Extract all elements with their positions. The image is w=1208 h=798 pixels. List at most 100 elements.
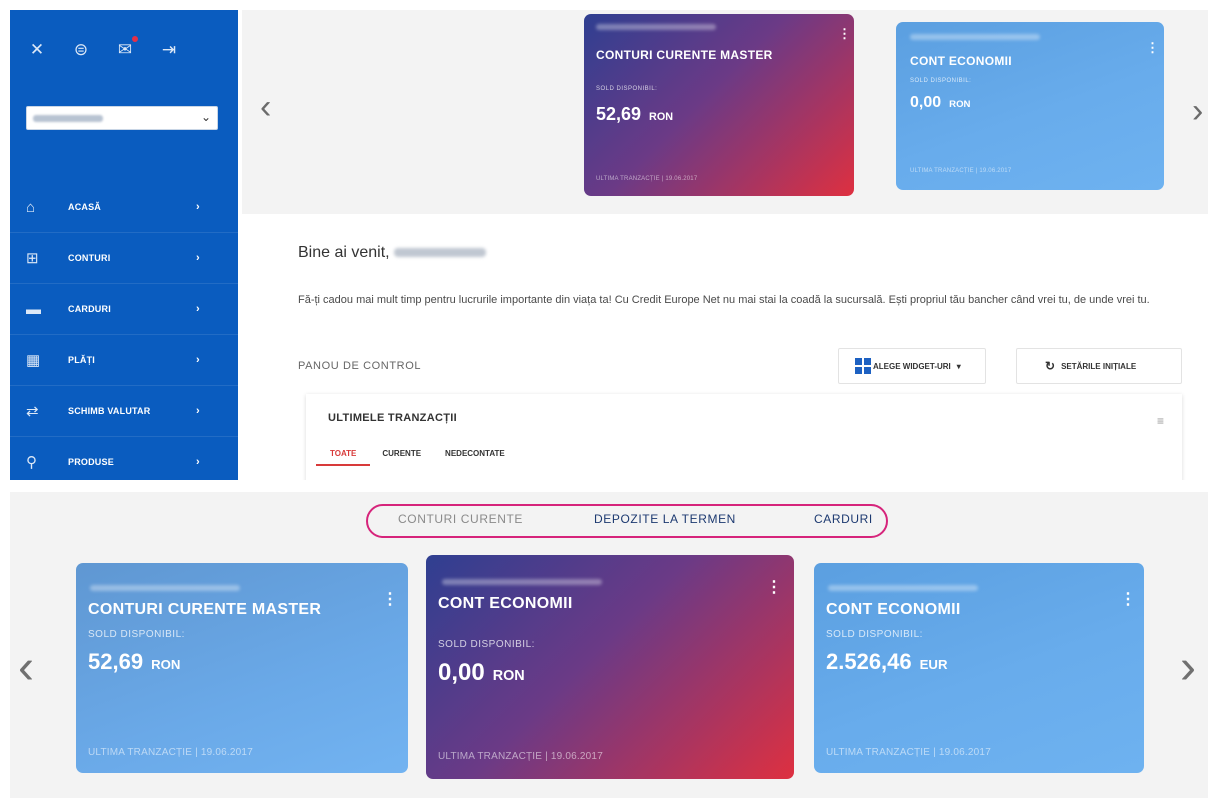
card-menu-icon[interactable]: ⋮ — [766, 577, 782, 597]
card-menu-icon[interactable]: ⋮ — [1120, 589, 1136, 609]
currency: RON — [649, 111, 674, 123]
sidebar-top-icons: ✕ ⊜ ✉ ⇥ — [26, 36, 180, 60]
last-transaction: ULTIMA TRANZACȚIE | 19.06.2017 — [438, 751, 603, 762]
carousel-next-button[interactable]: › — [1192, 92, 1203, 131]
reset-settings-button[interactable]: ↻ SETĂRILE INIȚIALE — [1016, 348, 1182, 384]
dashboard-screenshot: ✕ ⊜ ✉ ⇥ ⌄ ⌂ ACASĂ › ⊞ CONTURI › ▬ CARDUR… — [10, 10, 1208, 480]
sidebar-item-label: CONTURI — [68, 253, 111, 263]
redacted-select-value — [33, 115, 103, 122]
redacted-iban — [90, 585, 240, 591]
tab-toate[interactable]: TOATE — [316, 444, 371, 466]
account-select[interactable]: ⌄ — [26, 106, 218, 130]
card-menu-icon[interactable]: ⋮ — [382, 589, 398, 609]
last-transactions-widget: ULTIMELE TRANZACȚII ≡ TOATE CURENTE NEDE… — [306, 394, 1182, 480]
sidebar-item-produse[interactable]: ⚲ PRODUSE › — [10, 437, 238, 480]
amount-value: 0,00 — [438, 659, 485, 686]
widget-title: ULTIMELE TRANZACȚII — [328, 412, 457, 424]
sidebar-item-label: PLĂȚI — [68, 355, 95, 365]
sidebar-item-acasa[interactable]: ⌂ ACASĂ › — [10, 182, 238, 233]
balance-amount: 2.526,46 EUR — [826, 649, 947, 675]
sidebar-item-label: ACASĂ — [68, 202, 102, 212]
redacted-iban — [828, 585, 978, 591]
reset-settings-label: SETĂRILE INIȚIALE — [1061, 361, 1137, 371]
tab-conturi-curente[interactable]: CONTURI CURENTE — [398, 512, 523, 526]
balance-label: SOLD DISPONIBIL: — [826, 629, 923, 640]
sidebar-item-plati[interactable]: ▦ PLĂȚI › — [10, 335, 238, 386]
last-transaction: ULTIMA TRANZACȚIE | 19.06.2017 — [910, 168, 1012, 174]
welcome-heading: Bine ai venit, — [298, 244, 486, 262]
products-icon: ⚲ — [26, 454, 37, 471]
chevron-right-icon: › — [196, 201, 200, 213]
reset-icon: ↻ — [1045, 359, 1056, 373]
notification-dot — [132, 36, 138, 42]
tab-depozite-la-termen[interactable]: DEPOZITE LA TERMEN — [594, 512, 736, 526]
welcome-text: Bine ai venit, — [298, 244, 390, 261]
sidebar-item-schimb-valutar[interactable]: ⇄ SCHIMB VALUTAR › — [10, 386, 238, 437]
account-card[interactable]: CONT ECONOMII SOLD DISPONIBIL: 0,00 RON U… — [426, 555, 794, 779]
balance-amount: 52,69 RON — [88, 649, 180, 675]
account-title: CONT ECONOMII — [826, 601, 961, 618]
tab-carduri[interactable]: CARDURI — [814, 512, 873, 526]
account-title: CONTURI CURENTE MASTER — [88, 601, 322, 618]
sidebar-item-label: SCHIMB VALUTAR — [68, 406, 151, 416]
carousel-prev-button[interactable]: ‹ — [260, 88, 271, 127]
last-transaction: ULTIMA TRANZACȚIE | 19.06.2017 — [826, 747, 991, 758]
last-transaction: ULTIMA TRANZACȚIE | 19.06.2017 — [88, 747, 253, 758]
choose-widgets-button[interactable]: ALEGE WIDGET-URI ▾ — [838, 348, 986, 384]
balance-label: SOLD DISPONIBIL: — [88, 629, 185, 640]
accounts-carousel-zoom: CONTURI CURENTE DEPOZITE LA TERMEN CARDU… — [10, 492, 1208, 798]
account-card[interactable]: CONTURI CURENTE MASTER SOLD DISPONIBIL: … — [584, 14, 854, 196]
currency: RON — [949, 99, 971, 110]
account-title: CONT ECONOMII — [438, 595, 573, 612]
amount-value: 52,69 — [88, 649, 144, 674]
redacted-iban — [910, 34, 1040, 40]
amount-value: 0,00 — [910, 94, 942, 111]
redacted-username — [393, 248, 486, 258]
exchange-icon: ⇄ — [26, 403, 39, 420]
account-card[interactable]: CONTURI CURENTE MASTER SOLD DISPONIBIL: … — [76, 563, 408, 773]
chevron-right-icon: › — [196, 303, 200, 315]
currency: EUR — [919, 657, 948, 672]
mail-icon[interactable]: ✉ — [114, 36, 138, 60]
carousel-prev-button[interactable]: ‹ — [18, 640, 34, 695]
card-menu-icon[interactable]: ⋮ — [838, 26, 851, 42]
sidebar-item-label: PRODUSE — [68, 457, 114, 467]
sidebar-item-conturi[interactable]: ⊞ CONTURI › — [10, 233, 238, 284]
choose-widgets-label: ALEGE WIDGET-URI — [873, 361, 951, 371]
tools-icon[interactable]: ✕ — [26, 40, 48, 60]
tab-curente[interactable]: CURENTE — [370, 444, 433, 466]
balance-amount: 0,00 RON — [910, 94, 970, 112]
tab-nedecontate[interactable]: NEDECONTATE — [433, 444, 517, 466]
sidebar: ✕ ⊜ ✉ ⇥ ⌄ ⌂ ACASĂ › ⊞ CONTURI › ▬ CARDUR… — [10, 10, 238, 480]
logout-icon[interactable]: ⇥ — [158, 40, 180, 60]
carousel-next-button[interactable]: › — [1180, 640, 1196, 695]
sidebar-nav: ⌂ ACASĂ › ⊞ CONTURI › ▬ CARDURI › ▦ PLĂȚ… — [10, 182, 238, 480]
card-menu-icon[interactable]: ⋮ — [1146, 40, 1159, 56]
currency: RON — [151, 657, 181, 672]
chevron-right-icon: › — [196, 252, 200, 264]
currency: RON — [492, 668, 525, 684]
grid-icon — [855, 358, 871, 374]
card-icon: ▬ — [26, 300, 41, 318]
accounts-icon: ⊞ — [26, 250, 39, 267]
transactions-tabs: TOATE CURENTE NEDECONTATE — [306, 444, 517, 466]
caret-down-icon: ▾ — [956, 361, 961, 371]
drag-handle-icon[interactable]: ≡ — [1157, 414, 1164, 428]
balance-amount: 52,69 RON — [596, 104, 673, 125]
main-content: ‹ › CONTURI CURENTE MASTER SOLD DISPONIB… — [242, 10, 1208, 480]
bag-icon[interactable]: ⊜ — [70, 40, 92, 60]
last-transaction: ULTIMA TRANZACȚIE | 19.06.2017 — [596, 176, 698, 182]
sidebar-item-carduri[interactable]: ▬ CARDURI › — [10, 284, 238, 335]
account-title: CONT ECONOMII — [910, 54, 1012, 68]
payments-icon: ▦ — [26, 352, 41, 369]
balance-amount: 0,00 RON — [438, 659, 525, 687]
account-title: CONTURI CURENTE MASTER — [596, 48, 773, 62]
account-card[interactable]: CONT ECONOMII SOLD DISPONIBIL: 0,00 RON U… — [896, 22, 1164, 190]
chevron-down-icon: ⌄ — [200, 110, 211, 124]
redacted-iban — [596, 24, 716, 30]
sidebar-item-label: CARDURI — [68, 304, 111, 314]
amount-value: 2.526,46 — [826, 649, 912, 674]
accounts-carousel: ‹ › CONTURI CURENTE MASTER SOLD DISPONIB… — [242, 10, 1208, 214]
account-card[interactable]: CONT ECONOMII SOLD DISPONIBIL: 2.526,46 E… — [814, 563, 1144, 773]
intro-paragraph: Fă-ți cadou mai mult timp pentru lucruri… — [298, 294, 1150, 306]
